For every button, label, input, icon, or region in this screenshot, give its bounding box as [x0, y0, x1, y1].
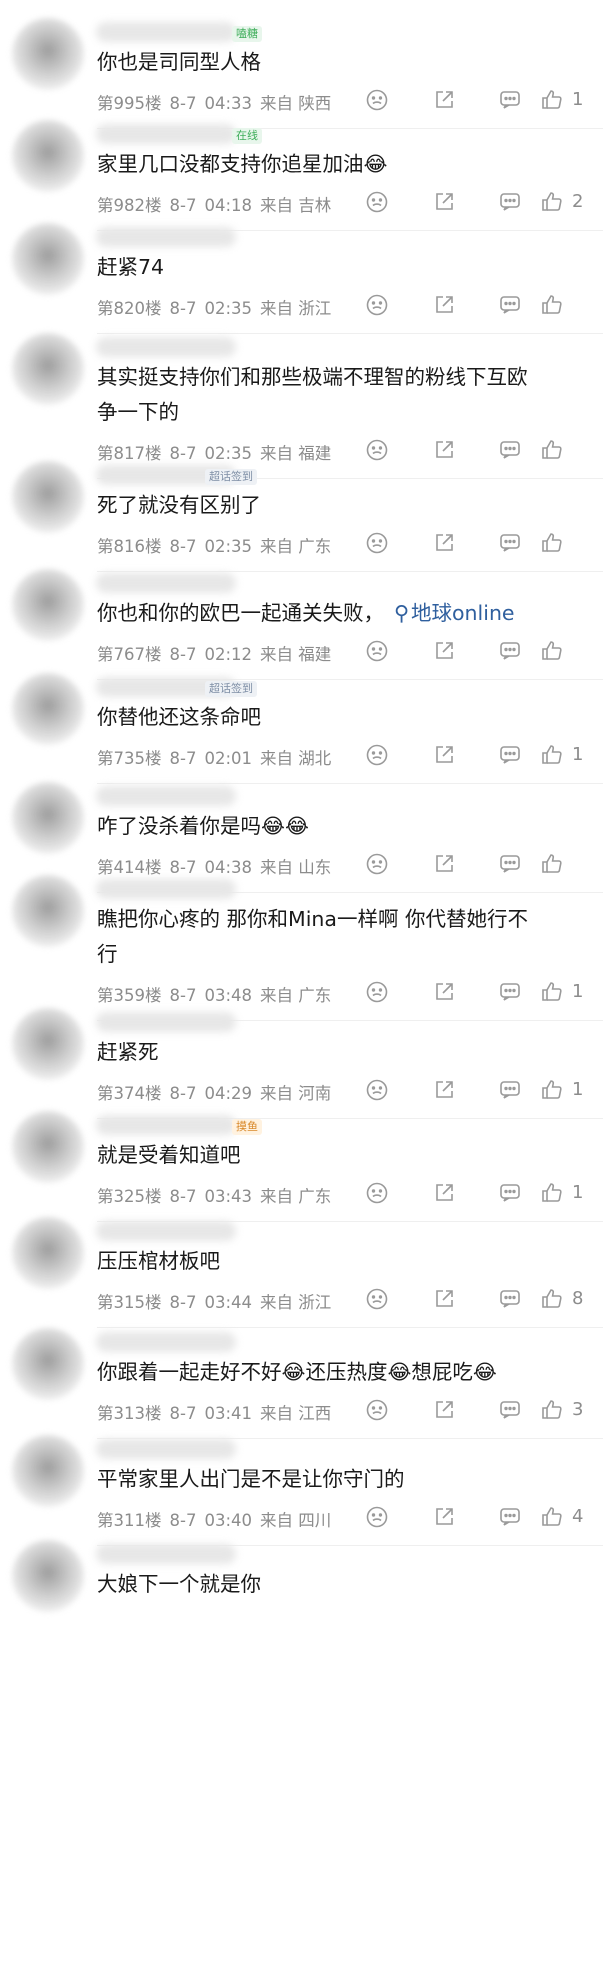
comment-text: 死了就没有区别了 — [97, 488, 582, 523]
comment-text-content: 你替他还这条命吧 — [97, 705, 261, 729]
comment-text: 压压棺材板吧 — [97, 1244, 582, 1279]
username-blurred[interactable] — [96, 1544, 236, 1564]
share-icon[interactable] — [432, 293, 456, 317]
user-badge: 超话签到 — [205, 469, 257, 485]
avatar[interactable] — [12, 782, 84, 854]
like-count: 8 — [572, 1288, 584, 1309]
comment-item[interactable]: 在线 家里几口没都支持你追星加油😂 第982楼 8-7 04:18 来自 吉林 2 — [0, 102, 603, 231]
avatar[interactable] — [12, 1435, 84, 1507]
comment-text: 咋了没杀着你是吗😂😂 — [97, 809, 582, 844]
user-badge: 超话签到 — [205, 681, 257, 697]
comment-text-content: 赶紧死 — [97, 1040, 159, 1064]
avatar[interactable] — [12, 18, 84, 90]
comment-item[interactable]: 瞧把你心疼的 那你和Mina一样啊 你代替她行不 行第359楼 8-7 03:48 来… — [0, 857, 603, 1021]
comment-text: 你也和你的欧巴一起通关失败， ⚲地球online — [97, 596, 582, 631]
comment-text-content: 大娘下一个就是你 — [97, 1572, 261, 1596]
username-blurred[interactable] — [96, 1115, 236, 1135]
comment-text: 其实挺支持你们和那些极端不理智的粉线下互欧 争一下的 — [97, 360, 582, 430]
comment-text: 你也是司同型人格 — [97, 45, 582, 80]
comment-text: 大娘下一个就是你 — [97, 1567, 582, 1602]
comment-item[interactable]: 你跟着一起走好不好😂还压热度😂想屁吃😂 第313楼 8-7 03:41 来自 江西 3 — [0, 1310, 603, 1439]
username-blurred[interactable] — [96, 22, 236, 42]
username-blurred[interactable] — [96, 786, 236, 806]
username-blurred[interactable] — [96, 879, 236, 899]
comment-text-content: 你也是司同型人格 — [97, 50, 261, 74]
comment-text: 赶紧死 — [97, 1035, 582, 1070]
user-badge: 摸鱼 — [232, 1119, 262, 1135]
comment-item[interactable]: 咋了没杀着你是吗😂😂 第414楼 8-7 04:38 来自 山东 — [0, 764, 603, 893]
comment-item[interactable]: 你也和你的欧巴一起通关失败， ⚲地球online 第767楼 8-7 02:12 来自 福… — [0, 551, 603, 680]
comment-item[interactable]: 大娘下一个就是你 — [0, 1522, 603, 1612]
avatar[interactable] — [12, 1217, 84, 1289]
comment-item[interactable]: 其实挺支持你们和那些极端不理智的粉线下互欧 争一下的 第817楼 8-7 02:35 来… — [0, 315, 603, 479]
comment-text: 平常家里人出门是不是让你守门的 — [97, 1462, 582, 1497]
username-blurred[interactable] — [96, 1439, 236, 1459]
comment-text: 瞧把你心疼的 那你和Mina一样啊 你代替她行不 行 — [97, 902, 582, 972]
reply-icon[interactable] — [365, 293, 389, 317]
username-blurred[interactable] — [96, 1012, 236, 1032]
like-icon[interactable] — [540, 1287, 564, 1311]
avatar[interactable] — [12, 223, 84, 295]
comment-text: 你替他还这条命吧 — [97, 700, 582, 735]
comment-item[interactable]: 超话签到 你替他还这条命吧 第735楼 8-7 02:01 来自 湖北 1 — [0, 655, 603, 784]
avatar[interactable] — [12, 120, 84, 192]
comment-text-content: 家里几口没都支持你追星加油😂 — [97, 152, 388, 176]
comment-text: 就是受着知道吧 — [97, 1138, 582, 1173]
avatar[interactable] — [12, 875, 84, 947]
username-blurred[interactable] — [96, 124, 236, 144]
comment-text: 赶紧74 — [97, 250, 582, 285]
avatar[interactable] — [12, 1111, 84, 1183]
username-blurred[interactable] — [96, 227, 236, 247]
username-blurred[interactable] — [96, 1221, 236, 1241]
avatar[interactable] — [12, 333, 84, 405]
username-blurred[interactable] — [96, 1332, 236, 1352]
like-count: 1 — [572, 744, 584, 765]
comment-icon[interactable] — [498, 293, 522, 317]
comment-text-content: 你也和你的欧巴一起通关失败， — [97, 601, 384, 625]
comment-text-content: 赶紧74 — [97, 255, 165, 279]
avatar[interactable] — [12, 673, 84, 745]
share-icon[interactable] — [432, 1287, 456, 1311]
reply-icon[interactable] — [365, 1287, 389, 1311]
topic-link[interactable]: ⚲地球online — [384, 601, 515, 625]
user-badge: 在线 — [232, 128, 262, 144]
avatar[interactable] — [12, 1540, 84, 1612]
comment-icon[interactable] — [498, 1287, 522, 1311]
comment-text-content: 压压棺材板吧 — [97, 1249, 220, 1273]
comment-text-content: 平常家里人出门是不是让你守门的 — [97, 1467, 405, 1491]
comment-item[interactable]: 超话签到 死了就没有区别了 第816楼 8-7 02:35 来自 广东 — [0, 443, 603, 572]
comment-text-content: 咋了没杀着你是吗😂😂 — [97, 814, 309, 838]
comment-item[interactable]: 赶紧74 第820楼 8-7 02:35 来自 浙江 — [0, 205, 603, 334]
comment-text: 家里几口没都支持你追星加油😂 — [97, 147, 582, 182]
comment-text-content: 死了就没有区别了 — [97, 493, 261, 517]
comment-text-content: 你跟着一起走好不好😂还压热度😂想屁吃😂 — [97, 1360, 497, 1384]
user-badge: 嗑糖 — [232, 26, 262, 42]
topic-link-label: 地球online — [411, 601, 515, 625]
search-icon: ⚲ — [394, 601, 410, 625]
avatar[interactable] — [12, 569, 84, 641]
comment-text-content: 就是受着知道吧 — [97, 1143, 241, 1167]
username-blurred[interactable] — [96, 337, 236, 357]
avatar[interactable] — [12, 1008, 84, 1080]
comment-text-content: 其实挺支持你们和那些极端不理智的粉线下互欧 争一下的 — [97, 365, 528, 424]
avatar[interactable] — [12, 461, 84, 533]
like-icon[interactable] — [540, 293, 564, 317]
avatar[interactable] — [12, 1328, 84, 1400]
comment-item[interactable]: 平常家里人出门是不是让你守门的 第311楼 8-7 03:40 来自 四川 4 — [0, 1417, 603, 1546]
comment-item[interactable]: 嗑糖 你也是司同型人格 第995楼 8-7 04:33 来自 陕西 1 — [0, 0, 603, 129]
comment-text: 你跟着一起走好不好😂还压热度😂想屁吃😂 — [97, 1355, 582, 1390]
username-blurred[interactable] — [96, 573, 236, 593]
comment-item[interactable]: 压压棺材板吧 第315楼 8-7 03:44 来自 浙江 8 — [0, 1199, 603, 1328]
comment-text-content: 瞧把你心疼的 那你和Mina一样啊 你代替她行不 行 — [97, 907, 528, 966]
comment-item[interactable]: 摸鱼 就是受着知道吧 第325楼 8-7 03:43 来自 广东 1 — [0, 1093, 603, 1222]
comment-item[interactable]: 赶紧死 第374楼 8-7 04:29 来自 河南 1 — [0, 990, 603, 1119]
